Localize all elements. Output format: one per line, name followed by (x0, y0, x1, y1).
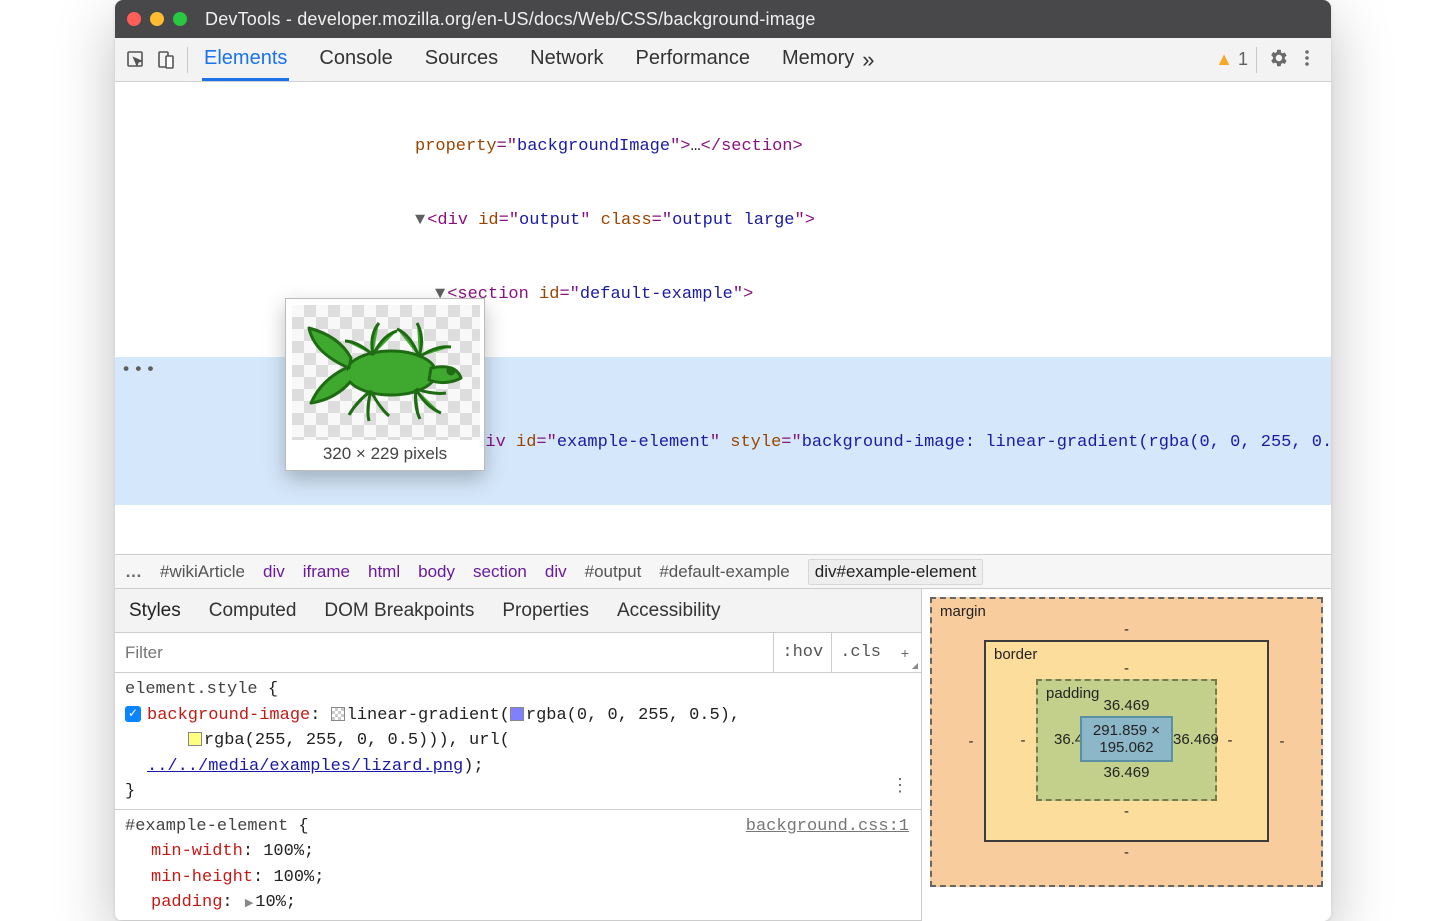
styles-panel: Styles Computed DOM Breakpoints Properti… (115, 589, 921, 921)
breadcrumb-item[interactable]: iframe (303, 562, 350, 582)
dom-line[interactable]: ▼<div id="output" class="output large"> (115, 209, 1331, 234)
style-rule-element[interactable]: element.style { ✓ background-image: line… (115, 673, 921, 810)
main-toolbar: Elements Console Sources Network Perform… (115, 38, 1331, 82)
box-model-margin[interactable]: margin - - border - - padding 36.469 (930, 597, 1323, 887)
new-style-rule-button[interactable]: + (889, 633, 921, 672)
dom-line[interactable]: property="backgroundImage">…</section> (115, 135, 1331, 160)
subtab-computed[interactable]: Computed (209, 600, 297, 622)
window-title: DevTools - developer.mozilla.org/en-US/d… (205, 9, 816, 30)
separator (187, 47, 188, 73)
styles-filter-row: :hov .cls + (115, 633, 921, 673)
breadcrumb-item[interactable]: #output (585, 562, 642, 582)
panel-tabs: Elements Console Sources Network Perform… (202, 39, 856, 81)
breadcrumb-item[interactable]: #wikiArticle (160, 562, 245, 582)
kebab-menu-icon[interactable] (1297, 48, 1317, 71)
close-button[interactable] (127, 12, 141, 26)
box-model-panel: margin - - border - - padding 36.469 (921, 589, 1331, 921)
tab-performance[interactable]: Performance (634, 39, 753, 81)
styles-filter-input[interactable] (115, 643, 773, 663)
maximize-button[interactable] (173, 12, 187, 26)
styles-subtabs: Styles Computed DOM Breakpoints Properti… (115, 589, 921, 633)
breadcrumb-item[interactable]: div (263, 562, 285, 582)
breadcrumb-item[interactable]: body (418, 562, 455, 582)
expand-shorthand-icon[interactable]: ▶ (245, 896, 253, 913)
hov-toggle[interactable]: :hov (773, 633, 831, 672)
traffic-lights (127, 12, 187, 26)
breadcrumb-item[interactable]: html (368, 562, 400, 582)
breadcrumb-item[interactable]: div (545, 562, 567, 582)
tab-network[interactable]: Network (528, 39, 605, 81)
tab-console[interactable]: Console (317, 39, 394, 81)
property-checkbox[interactable]: ✓ (125, 706, 141, 722)
cls-toggle[interactable]: .cls (831, 633, 889, 672)
warning-count: 1 (1238, 49, 1248, 70)
breadcrumb-item-selected[interactable]: div#example-element (808, 559, 984, 585)
warnings-badge[interactable]: ▲ 1 (1215, 49, 1248, 70)
box-model-content[interactable]: 291.859 × 195.062 (1080, 716, 1173, 762)
style-rule[interactable]: background.css:1 #example-element { min-… (115, 810, 921, 921)
warning-icon: ▲ (1215, 49, 1233, 70)
image-preview-tooltip: 320 × 229 pixels (285, 298, 485, 471)
subtab-styles[interactable]: Styles (129, 600, 181, 622)
url-link[interactable]: ../../media/examples/lizard.png (147, 757, 463, 776)
rule-menu-icon[interactable]: ⋮ (891, 774, 909, 801)
breadcrumb-overflow-icon[interactable]: … (125, 562, 142, 582)
window-titlebar[interactable]: DevTools - developer.mozilla.org/en-US/d… (115, 0, 1331, 38)
settings-icon[interactable] (1267, 47, 1289, 72)
separator (1256, 47, 1257, 73)
color-swatch-icon[interactable] (188, 732, 202, 746)
tab-sources[interactable]: Sources (423, 39, 500, 81)
expand-dots-icon[interactable]: ••• (121, 359, 158, 384)
box-model-border[interactable]: border - - padding 36.469 36.469 291.859… (984, 640, 1269, 842)
preview-dimensions: 320 × 229 pixels (292, 440, 478, 464)
subtab-dom-breakpoints[interactable]: DOM Breakpoints (324, 600, 474, 622)
more-tabs-icon[interactable]: » (856, 47, 880, 73)
lower-panels: Styles Computed DOM Breakpoints Properti… (115, 589, 1331, 921)
url-swatch-icon[interactable] (331, 707, 345, 721)
inspect-element-icon[interactable] (125, 49, 147, 71)
subtab-accessibility[interactable]: Accessibility (617, 600, 720, 622)
lizard-image-icon (301, 313, 471, 433)
breadcrumb-item[interactable]: section (473, 562, 527, 582)
breadcrumb-item[interactable]: #default-example (659, 562, 789, 582)
color-swatch-icon[interactable] (510, 707, 524, 721)
box-model-padding[interactable]: padding 36.469 36.469 291.859 × 195.062 … (1036, 679, 1217, 801)
subtab-properties[interactable]: Properties (502, 600, 589, 622)
minimize-button[interactable] (150, 12, 164, 26)
device-toggle-icon[interactable] (155, 49, 177, 71)
tab-memory[interactable]: Memory (780, 39, 856, 81)
breadcrumb-bar: … #wikiArticle div iframe html body sect… (115, 555, 1331, 589)
tab-elements[interactable]: Elements (202, 39, 289, 81)
preview-thumbnail (292, 305, 480, 440)
rule-source-link[interactable]: background.css:1 (746, 814, 909, 840)
